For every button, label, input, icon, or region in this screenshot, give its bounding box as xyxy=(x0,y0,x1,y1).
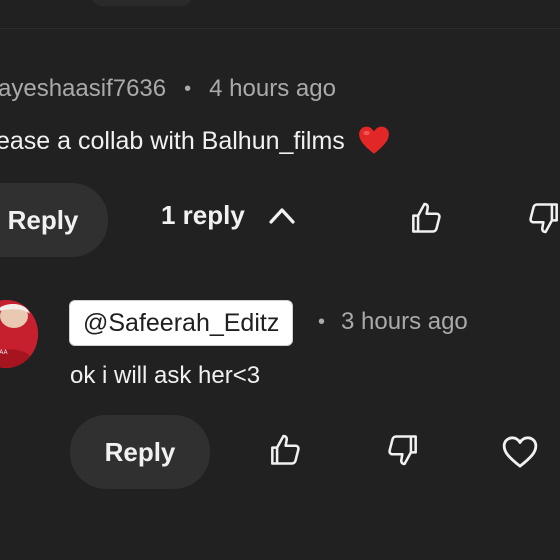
comment-body: ease a collab with Balhun_films xyxy=(0,124,391,158)
reply-button[interactable]: Reply xyxy=(70,415,210,489)
thumb-up-icon xyxy=(407,199,445,242)
reply-button-label: Reply xyxy=(7,204,79,235)
replies-count-label: 1 reply xyxy=(161,200,245,230)
replies-toggle-button[interactable]: 1 reply xyxy=(161,200,297,231)
like-button[interactable] xyxy=(406,200,446,240)
like-button[interactable] xyxy=(265,432,305,472)
thumb-down-icon xyxy=(384,431,422,474)
svg-text:NTTAA: NTTAA xyxy=(0,349,9,356)
chevron-up-icon xyxy=(267,201,297,231)
previous-action-button-edge[interactable] xyxy=(92,0,192,6)
reply-mention: @Safeerah_Editz xyxy=(83,308,280,337)
thread-divider xyxy=(0,28,560,29)
comment-author[interactable]: ayeshaasif7636 xyxy=(0,75,166,103)
comment-header: ayeshaasif7636 • 4 hours ago xyxy=(0,75,336,103)
dislike-button[interactable] xyxy=(524,200,560,240)
red-heart-emoji-icon xyxy=(357,124,391,158)
heart-button[interactable] xyxy=(500,434,540,474)
reply-timestamp[interactable]: 3 hours ago xyxy=(341,308,468,336)
meta-separator: • xyxy=(184,77,192,100)
comment-timestamp[interactable]: 4 hours ago xyxy=(209,75,336,103)
comments-thread: ayeshaasif7636 • 4 hours ago ease a coll… xyxy=(0,0,560,560)
comment-text: ease a collab with Balhun_films xyxy=(0,126,345,155)
reply-text: ok i will ask her<3 xyxy=(70,362,261,389)
mention-chip[interactable]: @Safeerah_Editz xyxy=(69,300,294,346)
dislike-button[interactable] xyxy=(383,432,423,472)
reply-header: • 3 hours ago xyxy=(318,308,468,336)
meta-separator: • xyxy=(318,310,326,333)
avatar[interactable]: NTTAA xyxy=(0,300,38,368)
reply-button-label: Reply xyxy=(104,436,176,467)
thumb-down-icon xyxy=(525,199,560,242)
reply-button[interactable]: Reply xyxy=(0,183,108,257)
heart-outline-icon xyxy=(500,432,540,477)
thumb-up-icon xyxy=(266,431,304,474)
